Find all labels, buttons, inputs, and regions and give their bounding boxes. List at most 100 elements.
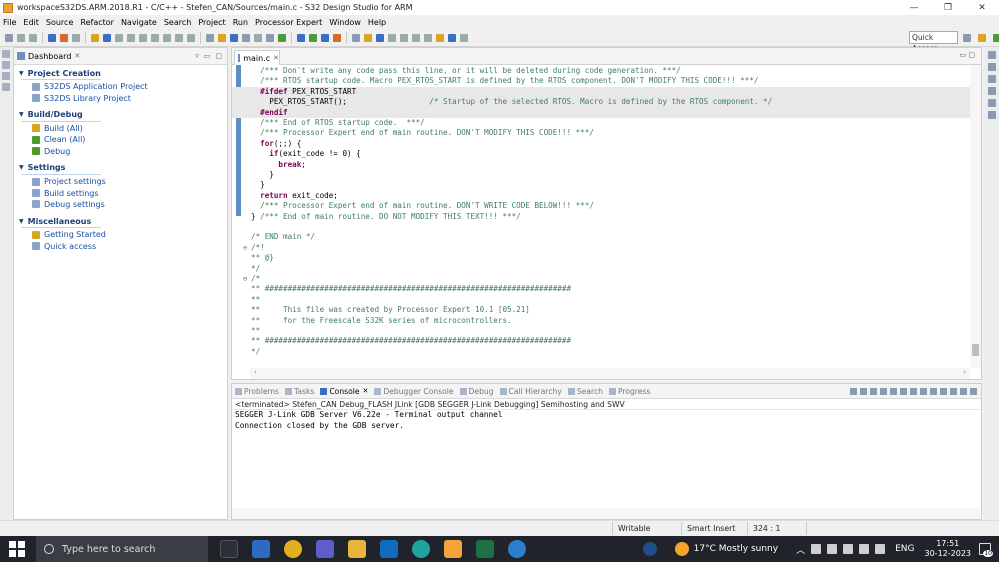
tab-problems[interactable]: Problems bbox=[235, 387, 279, 396]
dashboard-item[interactable]: Getting Started bbox=[14, 229, 227, 240]
dashboard-item[interactable]: Quick access bbox=[14, 241, 227, 252]
code-editor[interactable]: /*** Don't write any code pass this line… bbox=[232, 65, 981, 379]
code-line[interactable]: /*** Processor Expert end of main routin… bbox=[232, 201, 981, 211]
dashboard-item[interactable]: Project settings bbox=[14, 176, 227, 187]
print-icon[interactable] bbox=[72, 33, 80, 42]
code-line[interactable]: ** for the Freescale S32K series of micr… bbox=[232, 316, 981, 326]
scroll-right-icon[interactable]: › bbox=[963, 368, 966, 376]
new-icon[interactable] bbox=[5, 33, 13, 42]
prev-annotation-icon[interactable] bbox=[424, 33, 432, 42]
volume-icon[interactable] bbox=[875, 544, 886, 554]
tab-search[interactable]: Search bbox=[567, 387, 603, 396]
back-icon[interactable] bbox=[448, 33, 456, 42]
code-line[interactable]: ** @} bbox=[232, 253, 981, 263]
teams-icon[interactable] bbox=[316, 540, 334, 558]
code-line[interactable]: return exit_code; bbox=[232, 191, 981, 201]
last-edit-icon[interactable] bbox=[436, 33, 444, 42]
code-line[interactable]: ** bbox=[232, 326, 981, 336]
skip-breakpoints-icon[interactable] bbox=[103, 33, 111, 42]
tab-tasks[interactable]: Tasks bbox=[285, 387, 314, 396]
code-line[interactable]: if(exit_code != 0) { bbox=[232, 149, 981, 159]
breakpoints-icon[interactable] bbox=[988, 87, 996, 95]
taskbar-search-box[interactable]: Type here to search bbox=[36, 536, 208, 562]
show-on-error-icon[interactable] bbox=[920, 387, 927, 395]
menu-file[interactable]: File bbox=[3, 18, 16, 27]
dashboard-item[interactable]: Debug bbox=[14, 146, 227, 157]
browser-icon[interactable] bbox=[508, 540, 526, 558]
section-project-creation[interactable]: ▼ Project Creation bbox=[14, 67, 227, 79]
section-miscellaneous[interactable]: ▼ Miscellaneous bbox=[14, 215, 227, 227]
scroll-lock-icon[interactable] bbox=[890, 387, 897, 395]
maximize-button[interactable]: ❐ bbox=[931, 3, 965, 13]
terminate-icon[interactable] bbox=[850, 387, 857, 395]
language-indicator[interactable]: ENG bbox=[895, 544, 914, 554]
outline-icon[interactable] bbox=[988, 63, 996, 71]
tab-call-hierarchy[interactable]: Call Hierarchy bbox=[499, 387, 562, 396]
open-task-icon[interactable] bbox=[364, 33, 372, 42]
terminate-icon[interactable] bbox=[139, 33, 147, 42]
file-explorer-icon[interactable] bbox=[348, 540, 366, 558]
next-annotation-icon[interactable] bbox=[412, 33, 420, 42]
code-line[interactable]: ** #####################################… bbox=[232, 284, 981, 294]
dashboard-item[interactable]: Build settings bbox=[14, 187, 227, 198]
dashboard-item[interactable]: S32DS Application Project bbox=[14, 81, 227, 92]
close-icon[interactable]: ✕ bbox=[273, 54, 279, 62]
components-icon[interactable] bbox=[2, 72, 10, 80]
dashboard-item[interactable]: S32DS Library Project bbox=[14, 92, 227, 103]
processor-expert-icon[interactable] bbox=[218, 33, 226, 42]
menu-edit[interactable]: Edit bbox=[23, 18, 39, 27]
code-line[interactable]: */ bbox=[232, 264, 981, 274]
dashboard-tab[interactable]: Dashboard bbox=[28, 52, 71, 61]
instruction-step-icon[interactable] bbox=[206, 33, 214, 42]
outline-icon[interactable] bbox=[2, 83, 10, 91]
onedrive-icon[interactable] bbox=[827, 544, 838, 554]
open-console-icon[interactable] bbox=[950, 387, 957, 395]
tab-debug[interactable]: Debug bbox=[459, 387, 494, 396]
ime-icon[interactable] bbox=[811, 544, 822, 554]
project-explorer-icon[interactable] bbox=[2, 61, 10, 69]
step-over-icon[interactable] bbox=[175, 33, 183, 42]
vscode-icon[interactable] bbox=[252, 540, 270, 558]
windows-start-icon[interactable] bbox=[9, 541, 25, 557]
chevron-up-icon[interactable]: ︿ bbox=[796, 543, 805, 556]
build-icon[interactable] bbox=[60, 33, 68, 42]
quick-access-field[interactable]: Quick Access bbox=[909, 31, 958, 53]
fold-toggle-icon[interactable]: ⊖ bbox=[243, 274, 247, 284]
open-perspective-icon[interactable] bbox=[963, 33, 971, 42]
clock[interactable]: 17:51 30-12-2023 bbox=[925, 539, 972, 559]
resume-icon[interactable] bbox=[115, 33, 123, 42]
show-on-output-icon[interactable] bbox=[910, 387, 917, 395]
code-line[interactable]: ⊖/* bbox=[232, 274, 981, 284]
new-folder-icon[interactable] bbox=[254, 33, 262, 42]
code-line[interactable]: ** #####################################… bbox=[232, 336, 981, 346]
expressions-icon[interactable] bbox=[988, 111, 996, 119]
minimize-view-icon[interactable]: ▭ bbox=[204, 52, 211, 60]
cpp-perspective-icon[interactable] bbox=[978, 33, 986, 42]
editor-vertical-scrollbar[interactable] bbox=[970, 65, 981, 368]
tab-console[interactable]: Console ✕ bbox=[320, 387, 368, 396]
step-return-icon[interactable] bbox=[187, 33, 195, 42]
s32ds-icon[interactable] bbox=[444, 540, 462, 558]
editor-min-max[interactable]: ▭ ▢ bbox=[960, 51, 975, 59]
forward-icon[interactable] bbox=[460, 33, 468, 42]
word-wrap-icon[interactable] bbox=[900, 387, 907, 395]
section-settings[interactable]: ▼ Settings bbox=[14, 162, 227, 174]
search-icon[interactable] bbox=[352, 33, 360, 42]
build-config-icon[interactable] bbox=[48, 33, 56, 42]
code-line[interactable]: /*** Don't write any code pass this line… bbox=[232, 66, 981, 76]
open-type-icon[interactable] bbox=[91, 33, 99, 42]
maximize-view-icon[interactable]: ▢ bbox=[215, 52, 222, 60]
remove-all-icon[interactable] bbox=[870, 387, 877, 395]
debug-perspective-icon[interactable] bbox=[993, 33, 999, 42]
registers-icon[interactable] bbox=[988, 99, 996, 107]
flash-icon[interactable] bbox=[333, 33, 341, 42]
dashboard-item[interactable]: Build (All) bbox=[14, 123, 227, 134]
disconnect-icon[interactable] bbox=[151, 33, 159, 42]
view-menu-icon[interactable]: ▿ bbox=[195, 52, 199, 60]
help-icon[interactable] bbox=[642, 542, 657, 556]
variables-icon[interactable] bbox=[988, 75, 996, 83]
menu-refactor[interactable]: Refactor bbox=[80, 18, 114, 27]
minimize-button[interactable]: — bbox=[897, 3, 931, 13]
code-line[interactable]: /* END main */ bbox=[232, 232, 981, 242]
generate-code-icon[interactable] bbox=[230, 33, 238, 42]
